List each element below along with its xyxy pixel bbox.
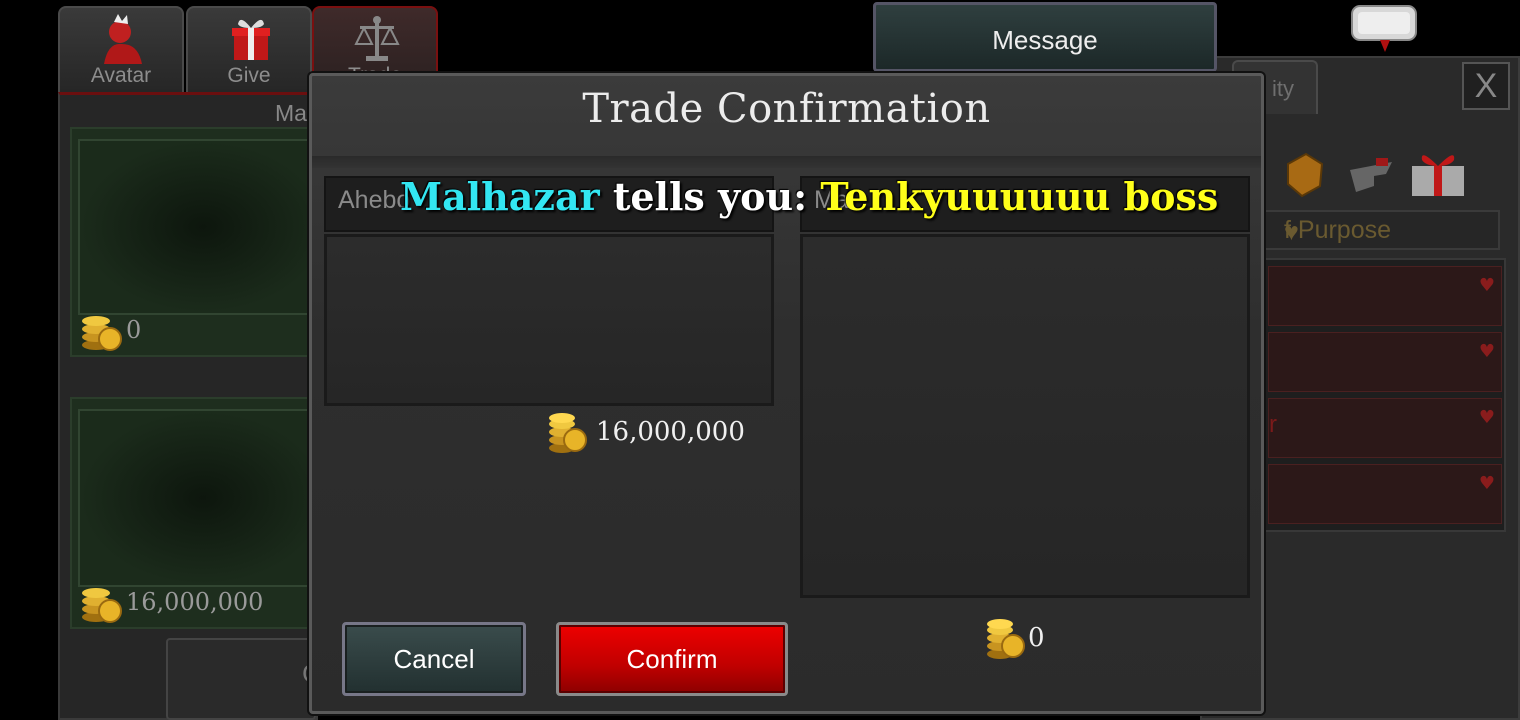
their-offer-items <box>78 409 328 587</box>
my-offer-slot: 0 <box>70 127 330 357</box>
list-item[interactable]: r ♥ <box>1268 398 1502 458</box>
heart-icon: ♥ <box>1478 275 1495 296</box>
chat-text: Tenkyuuuuuu boss <box>820 174 1219 219</box>
tab-give-label: Give <box>227 64 271 87</box>
chat-icon[interactable] <box>1350 4 1418 56</box>
gold-coins-icon <box>82 316 122 351</box>
my-gold: 0 <box>78 309 141 351</box>
tab-avatar-label: Avatar <box>90 64 152 87</box>
heart-icon: ♥ <box>1478 341 1495 362</box>
message-button-label: Message <box>992 25 1098 55</box>
heart-icon: ♥ <box>1284 218 1299 246</box>
title-divider <box>312 156 1261 168</box>
scales-icon <box>354 16 400 61</box>
avatar-icon <box>104 14 142 64</box>
left-offer-items <box>324 234 774 406</box>
right-offer-gold: 0 <box>984 616 1045 660</box>
chat-sender: Malhazar <box>400 174 600 219</box>
ore-icon <box>1287 152 1324 198</box>
left-offer-gold-amount: 16,000,000 <box>596 417 745 447</box>
trade-panel: 0 16,000,000 <box>58 92 330 720</box>
gold-coins-icon <box>987 619 1025 659</box>
close-button[interactable]: X <box>1462 62 1510 110</box>
my-offer-items <box>78 139 328 315</box>
tab-give[interactable]: Give <box>186 6 312 92</box>
left-offer-gold: 16,000,000 <box>546 410 745 454</box>
chat-connector: tells you: <box>612 174 808 219</box>
category-header: f Purpose ♥ <box>1262 210 1500 250</box>
left-panel-button[interactable]: C <box>166 638 319 720</box>
right-offer-items <box>800 234 1250 598</box>
dialog-title: Trade Confirmation <box>582 86 991 132</box>
cancel-button[interactable]: Cancel <box>342 622 526 696</box>
gift-box-icon <box>1412 155 1464 196</box>
tab-avatar[interactable]: Avatar <box>58 6 184 92</box>
their-gold: 16,000,000 <box>78 581 263 623</box>
right-offer-gold-amount: 0 <box>1028 623 1045 653</box>
heart-icon: ♥ <box>1478 473 1495 494</box>
confirm-button-label: Confirm <box>626 644 718 674</box>
chat-message: Malhazar tells you: Tenkyuuuuuu boss <box>400 174 1218 219</box>
inventory-list: ♥ ♥ r ♥ ♥ <box>1262 258 1506 532</box>
list-item[interactable]: ♥ <box>1268 464 1502 524</box>
trade-confirmation-dialog: Trade Confirmation Ahebo 16,000,000 Mal … <box>309 73 1264 714</box>
my-gold-amount: 0 <box>126 316 142 344</box>
list-item-label: r <box>1269 411 1277 438</box>
category-icons <box>1250 152 1464 198</box>
gift-icon <box>232 19 270 60</box>
anvil-icon <box>1350 158 1392 192</box>
gold-coins-icon <box>82 588 122 623</box>
left-panel-title: Ma <box>275 100 307 126</box>
their-offer-slot: 16,000,000 <box>70 397 330 629</box>
tab-ity-label: ity <box>1272 76 1294 101</box>
heart-icon: ♥ <box>1478 407 1495 428</box>
list-item[interactable]: ♥ <box>1268 332 1502 392</box>
their-gold-amount: 16,000,000 <box>126 588 264 616</box>
gold-coins-icon <box>549 413 587 453</box>
list-item[interactable]: ♥ <box>1268 266 1502 326</box>
message-button[interactable]: Message <box>873 2 1217 72</box>
cancel-button-label: Cancel <box>393 644 475 674</box>
confirm-button[interactable]: Confirm <box>556 622 788 696</box>
